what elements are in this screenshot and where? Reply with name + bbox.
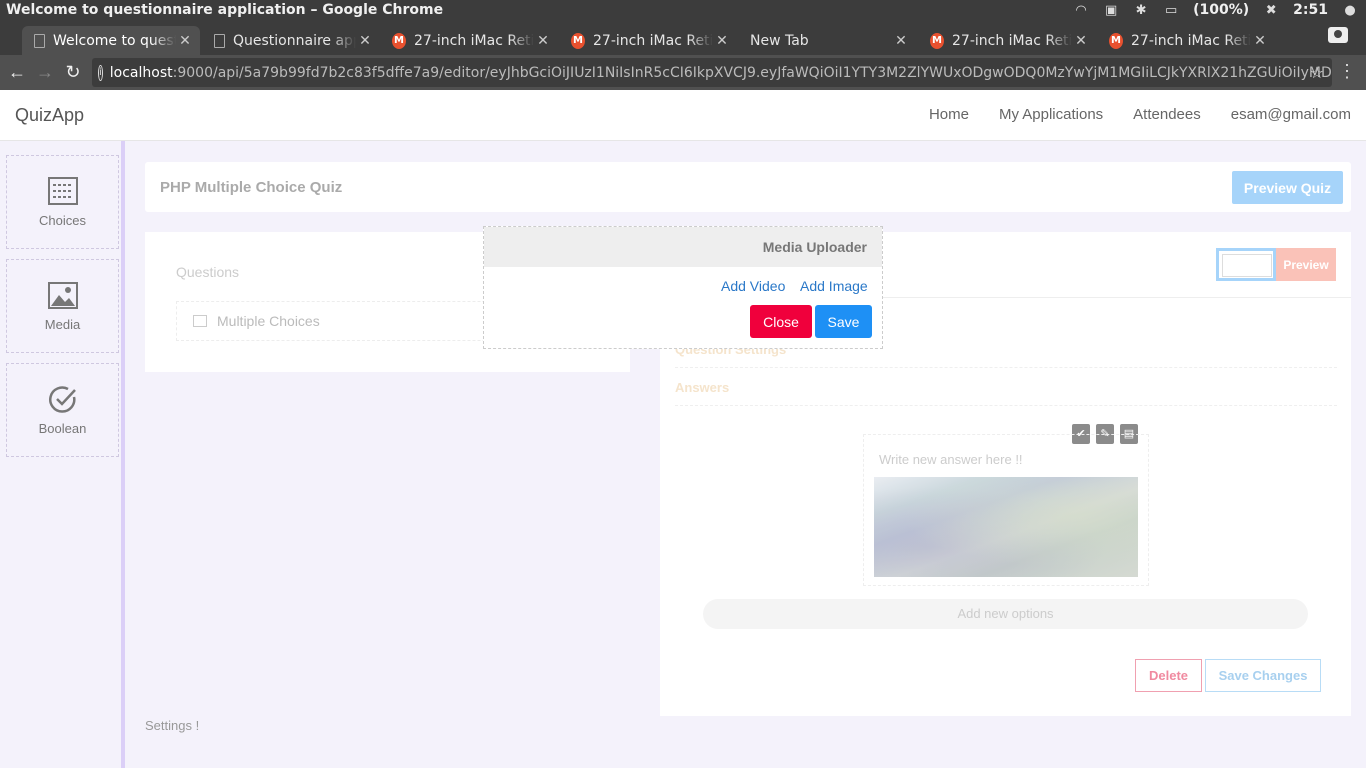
system-tray: ◠ ▣ ✱ ▭ (100%) ✖ 2:51 ● xyxy=(1073,2,1358,18)
questions-heading: Questions xyxy=(176,264,240,280)
modal-header: Media Uploader xyxy=(484,227,882,267)
answers-section[interactable]: Answers xyxy=(675,370,1337,406)
bluetooth-icon[interactable]: ✱ xyxy=(1133,3,1149,18)
delete-button[interactable]: Delete xyxy=(1135,659,1202,692)
magento-icon: M xyxy=(1109,32,1123,49)
tab-title: 27-inch iMac Retina xyxy=(593,32,713,49)
answer-card[interactable]: Write new answer here !! xyxy=(863,434,1149,586)
media-uploader-modal: Media Uploader Add Video Add Image Close… xyxy=(483,226,883,349)
os-top-bar: Welcome to questionnaire application – G… xyxy=(0,0,1366,22)
close-tab-icon[interactable]: ✕ xyxy=(713,33,731,49)
close-tab-icon[interactable]: ✕ xyxy=(1072,33,1090,49)
choices-icon xyxy=(193,315,207,327)
bookmark-star-icon[interactable]: ☆ xyxy=(1310,63,1324,82)
choices-icon xyxy=(47,176,78,205)
wifi-icon[interactable]: ◠ xyxy=(1073,3,1089,18)
browser-tab[interactable]: New Tab ✕ xyxy=(738,26,916,55)
volume-muted-icon[interactable]: ✖ xyxy=(1263,3,1279,18)
profile-icon[interactable] xyxy=(1328,27,1348,43)
forward-icon[interactable]: → xyxy=(34,61,56,83)
close-tab-icon[interactable]: ✕ xyxy=(1251,33,1269,49)
save-changes-button[interactable]: Save Changes xyxy=(1205,659,1321,692)
add-image-link[interactable]: Add Image xyxy=(800,278,868,294)
doc-icon xyxy=(34,33,45,48)
preview-button[interactable]: Preview xyxy=(1276,248,1336,281)
tab-title: 27-inch iMac Retina xyxy=(414,32,534,49)
dropbox-icon[interactable]: ▣ xyxy=(1103,3,1119,18)
url-path: :9000/api/5a79b99fd7b2c83f5dffe7a9/edito… xyxy=(172,64,1332,81)
url-host: localhost xyxy=(109,64,173,81)
chrome-menu-icon[interactable]: ⋮ xyxy=(1338,61,1356,82)
browser-tab[interactable]: M 27-inch iMac Retina ✕ xyxy=(1097,26,1275,55)
sidebar-item-boolean[interactable]: Boolean xyxy=(6,363,119,457)
close-tab-icon[interactable]: ✕ xyxy=(534,33,552,49)
battery-percentage: (100%) xyxy=(1193,2,1250,18)
nav-home[interactable]: Home xyxy=(929,106,969,123)
sidebar-item-media[interactable]: Media xyxy=(6,259,119,353)
settings-label: Settings ! xyxy=(145,718,200,733)
add-video-link[interactable]: Add Video xyxy=(721,278,785,294)
doc-icon xyxy=(214,33,225,48)
add-new-options-button[interactable]: Add new options xyxy=(703,599,1308,629)
magento-icon: M xyxy=(930,32,944,49)
tab-title: Welcome to questionnaire application xyxy=(53,32,176,49)
check-circle-icon xyxy=(48,385,76,413)
tab-title: 27-inch iMac Retina xyxy=(952,32,1072,49)
tab-strip: Welcome to questionnaire application ✕ Q… xyxy=(0,22,1366,55)
close-tab-icon[interactable]: ✕ xyxy=(892,33,910,49)
sidebar-item-label: Media xyxy=(44,316,81,332)
modal-title: Media Uploader xyxy=(762,239,867,255)
magento-icon: M xyxy=(392,32,406,49)
sidebar-item-label: Choices xyxy=(39,212,86,228)
info-icon[interactable]: i xyxy=(98,64,103,81)
close-button[interactable]: Close xyxy=(750,305,812,338)
brand-logo[interactable]: QuizApp xyxy=(15,105,84,126)
address-bar: ← → ↻ i localhost :9000/api/5a79b99fd7b2… xyxy=(0,55,1366,90)
close-tab-icon[interactable]: ✕ xyxy=(176,33,194,49)
browser-tab[interactable]: M 27-inch iMac Retina ✕ xyxy=(559,26,737,55)
magento-icon: M xyxy=(571,32,585,49)
battery-icon[interactable]: ▭ xyxy=(1163,3,1179,18)
answer-image xyxy=(874,477,1138,577)
image-icon xyxy=(47,281,78,309)
back-icon[interactable]: ← xyxy=(6,61,28,83)
browser-tab[interactable]: Questionnaire app ✕ xyxy=(202,26,380,55)
tab-title: New Tab xyxy=(750,32,809,49)
answer-input-placeholder[interactable]: Write new answer here !! xyxy=(879,452,1023,467)
preview-quiz-button[interactable]: Preview Quiz xyxy=(1232,171,1343,204)
question-label: Multiple Choices xyxy=(217,313,320,329)
apple-menu-icon[interactable]: ● xyxy=(1342,3,1358,18)
reload-icon[interactable]: ↻ xyxy=(62,61,84,83)
browser-tab[interactable]: Welcome to questionnaire application ✕ xyxy=(22,26,200,55)
sidebar-item-label: Boolean xyxy=(38,420,87,436)
nav-attendees[interactable]: Attendees xyxy=(1133,106,1201,123)
nav-user-email[interactable]: esam@gmail.com xyxy=(1231,106,1351,123)
app-navbar: QuizApp Home My Applications Attendees e… xyxy=(0,90,1366,141)
browser-tab[interactable]: M 27-inch iMac Retina ✕ xyxy=(380,26,558,55)
tab-title: Questionnaire app xyxy=(233,32,356,49)
close-tab-icon[interactable]: ✕ xyxy=(356,33,374,49)
components-sidebar: Choices Media Boolean xyxy=(0,141,125,768)
quiz-title: PHP Multiple Choice Quiz xyxy=(160,179,343,196)
url-input[interactable]: i localhost :9000/api/5a79b99fd7b2c83f5d… xyxy=(92,58,1332,87)
nav-my-applications[interactable]: My Applications xyxy=(999,106,1103,123)
save-button[interactable]: Save xyxy=(815,305,872,338)
tab-title: 27-inch iMac Retina xyxy=(1131,32,1251,49)
clock[interactable]: 2:51 xyxy=(1293,2,1328,18)
sidebar-item-choices[interactable]: Choices xyxy=(6,155,119,249)
quiz-header: PHP Multiple Choice Quiz Preview Quiz xyxy=(145,162,1351,212)
nav-links: Home My Applications Attendees esam@gmai… xyxy=(929,106,1351,123)
edit-mode-toggle[interactable] xyxy=(1216,248,1276,281)
browser-tab[interactable]: M 27-inch iMac Retina ✕ xyxy=(918,26,1096,55)
window-title: Welcome to questionnaire application – G… xyxy=(6,2,444,18)
